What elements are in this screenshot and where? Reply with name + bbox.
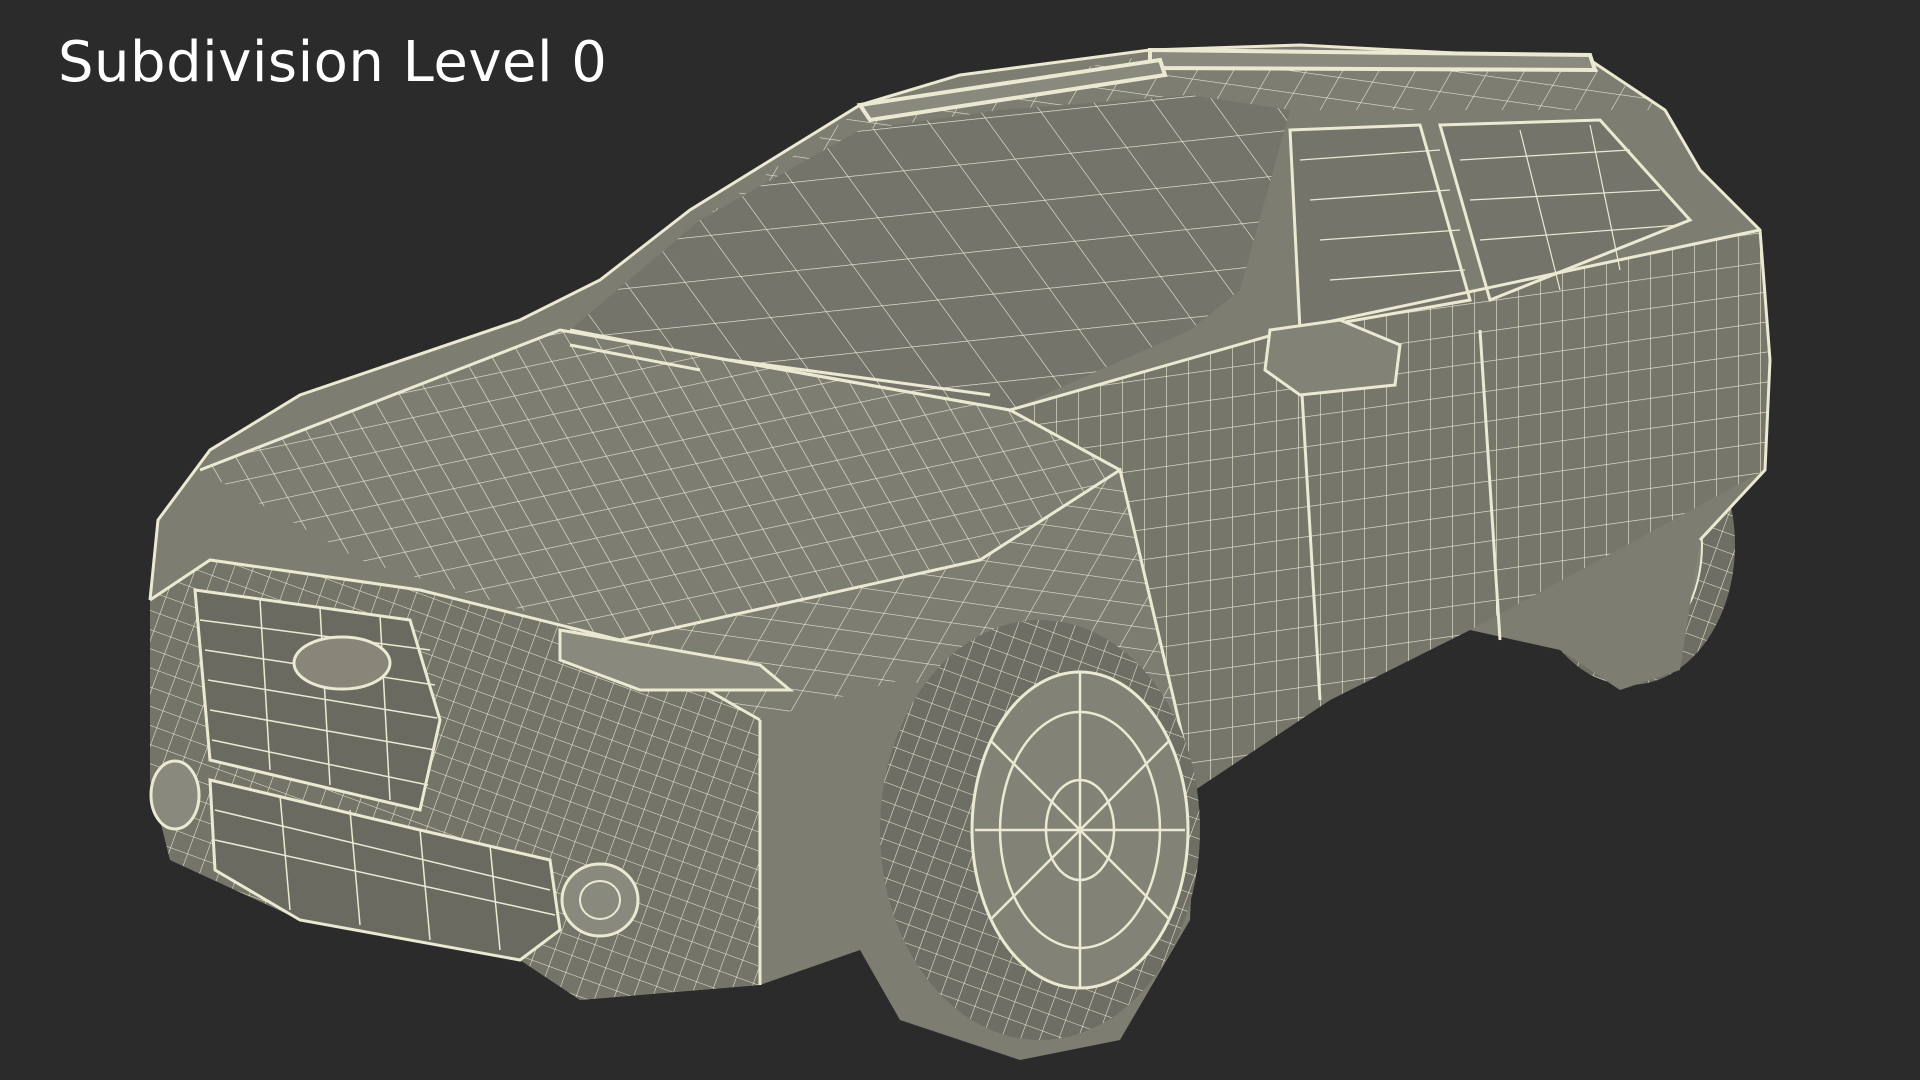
wireframe-car-icon: [148, 43, 1772, 1060]
render-viewport: Subdivision Level 0: [0, 0, 1920, 1080]
front-wheel: [880, 620, 1200, 1040]
